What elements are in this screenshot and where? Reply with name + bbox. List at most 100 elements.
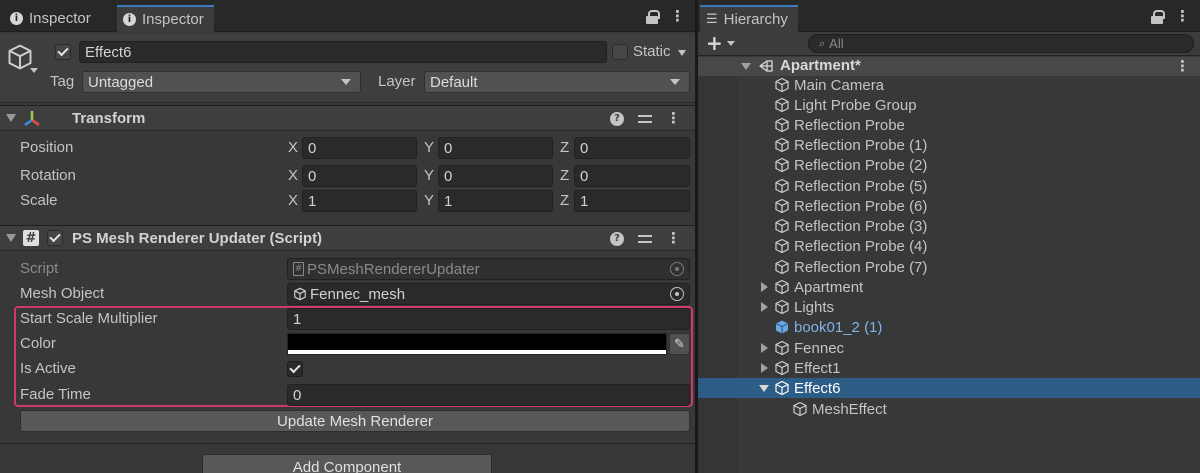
inspector-panel: i Inspector i Inspector ⋮ Effect6 Static… — [0, 0, 695, 473]
hierarchy-item-reflection-probe-6[interactable]: Reflection Probe (6) — [698, 196, 1200, 216]
update-mesh-renderer-button[interactable]: Update Mesh Renderer — [20, 410, 690, 432]
color-swatch[interactable] — [287, 333, 667, 355]
hierarchy-item-lights[interactable]: Lights — [698, 297, 1200, 317]
expand-arrow-icon[interactable] — [761, 343, 768, 353]
list-icon: ☰ — [706, 12, 718, 27]
mesh-object-field[interactable]: Fennec_mesh — [287, 283, 690, 305]
help-icon[interactable]: ? — [610, 231, 624, 246]
hierarchy-item-reflection-probe-3[interactable]: Reflection Probe (3) — [698, 216, 1200, 236]
tab-inspector-2[interactable]: i Inspector — [117, 5, 214, 32]
hierarchy-item-apartment[interactable]: Apartment — [698, 277, 1200, 297]
expand-arrow-icon[interactable] — [761, 363, 768, 373]
start-scale-field[interactable]: 1 — [287, 308, 690, 330]
hierarchy-item-reflection-probe-7[interactable]: Reflection Probe (7) — [698, 257, 1200, 277]
expand-arrow-icon[interactable] — [741, 63, 751, 70]
scale-y-field[interactable]: 1 — [438, 190, 553, 212]
object-name-field[interactable]: Effect6 — [79, 41, 607, 63]
object-active-checkbox[interactable] — [55, 44, 71, 60]
add-component-button[interactable]: Add Component — [202, 454, 492, 473]
tag-dropdown[interactable]: Untagged — [82, 71, 361, 93]
position-z-field[interactable]: 0 — [574, 137, 690, 159]
kebab-menu-icon[interactable]: ⋮ — [666, 111, 681, 126]
lock-icon[interactable] — [1151, 9, 1165, 24]
lock-icon[interactable] — [646, 9, 660, 24]
transform-header[interactable]: Transform ? ⋮ — [0, 105, 695, 131]
hierarchy-item-reflection-probe-4[interactable]: Reflection Probe (4) — [698, 236, 1200, 256]
gameobject-cube-icon — [774, 380, 790, 396]
hierarchy-item-effect6[interactable]: Effect6 — [698, 378, 1200, 398]
layer-value: Default — [430, 73, 478, 91]
z-axis-label[interactable]: Z — [560, 139, 569, 156]
static-checkbox[interactable] — [612, 44, 628, 60]
help-icon[interactable]: ? — [610, 111, 624, 126]
hierarchy-item-reflection-probe[interactable]: Reflection Probe — [698, 115, 1200, 135]
icon-dropdown-caret[interactable] — [30, 68, 38, 73]
chevron-down-icon[interactable] — [727, 41, 735, 46]
hierarchy-item-book01-2[interactable]: book01_2 (1) — [698, 317, 1200, 337]
x-axis-label[interactable]: X — [288, 192, 298, 209]
object-picker-icon[interactable] — [670, 287, 684, 301]
checkmark-icon — [49, 230, 61, 243]
x-axis-label[interactable]: X — [288, 167, 298, 184]
scene-row[interactable]: Apartment* ⋮ — [698, 57, 1200, 76]
position-x-field[interactable]: 0 — [302, 137, 417, 159]
item-label: Reflection Probe (7) — [794, 258, 928, 276]
hierarchy-item-fennec[interactable]: Fennec — [698, 338, 1200, 358]
scale-z-field[interactable]: 1 — [574, 190, 690, 212]
hierarchy-item-reflection-probe-2[interactable]: Reflection Probe (2) — [698, 155, 1200, 175]
hierarchy-item-reflection-probe-1[interactable]: Reflection Probe (1) — [698, 135, 1200, 155]
hierarchy-item-effect1[interactable]: Effect1 — [698, 358, 1200, 378]
presets-icon[interactable] — [638, 233, 652, 245]
script-component-title: PS Mesh Renderer Updater (Script) — [72, 230, 323, 247]
static-dropdown-caret[interactable] — [678, 50, 686, 56]
foldout-arrow-icon[interactable] — [6, 114, 16, 122]
y-axis-label[interactable]: Y — [424, 167, 434, 184]
foldout-arrow-icon[interactable] — [6, 234, 16, 242]
expand-arrow-icon[interactable] — [761, 282, 768, 292]
item-label: Reflection Probe (5) — [794, 177, 928, 195]
prefab-cube-icon — [774, 319, 790, 335]
gameobject-cube-icon[interactable] — [6, 43, 34, 71]
gameobject-cube-icon — [774, 218, 790, 234]
presets-icon[interactable] — [638, 113, 652, 125]
z-axis-label[interactable]: Z — [560, 192, 569, 209]
y-axis-label[interactable]: Y — [424, 139, 434, 156]
layer-dropdown[interactable]: Default — [424, 71, 690, 93]
hierarchy-item-light-probe-group[interactable]: Light Probe Group — [698, 95, 1200, 115]
item-label: Reflection Probe (3) — [794, 217, 928, 235]
hierarchy-item-main-camera[interactable]: Main Camera — [698, 75, 1200, 95]
scale-x-field[interactable]: 1 — [302, 190, 417, 212]
expand-arrow-icon[interactable] — [759, 385, 769, 392]
is-active-checkbox[interactable] — [287, 361, 303, 377]
expand-arrow-icon[interactable] — [761, 302, 768, 312]
rotation-y-field[interactable]: 0 — [438, 165, 553, 187]
kebab-menu-icon[interactable]: ⋮ — [1175, 59, 1190, 74]
hierarchy-item-reflection-probe-5[interactable]: Reflection Probe (5) — [698, 176, 1200, 196]
search-icon: ⌕ — [819, 36, 826, 50]
rotation-label: Rotation — [20, 167, 76, 184]
item-label: Main Camera — [794, 76, 885, 94]
script-component-header[interactable]: # PS Mesh Renderer Updater (Script) ? ⋮ — [0, 225, 695, 251]
z-axis-label[interactable]: Z — [560, 167, 569, 184]
position-y-field[interactable]: 0 — [438, 137, 553, 159]
kebab-menu-icon[interactable]: ⋮ — [1175, 9, 1190, 24]
kebab-menu-icon[interactable]: ⋮ — [666, 231, 681, 246]
rotation-x-field[interactable]: 0 — [302, 165, 417, 187]
hierarchy-item-mesheffect[interactable]: MeshEffect — [698, 399, 1200, 419]
y-axis-label[interactable]: Y — [424, 192, 434, 209]
add-icon[interactable]: + — [706, 33, 723, 53]
gameobject-cube-icon — [774, 238, 790, 254]
hierarchy-search-input[interactable]: ⌕ All — [808, 34, 1194, 53]
item-label: Reflection Probe (6) — [794, 197, 928, 215]
eyedropper-icon[interactable]: ✎ — [669, 333, 690, 355]
tab-hierarchy[interactable]: ☰ Hierarchy — [700, 5, 798, 32]
fade-time-field[interactable]: 0 — [287, 384, 690, 406]
item-label: Reflection Probe (2) — [794, 156, 928, 174]
transform-tools: ? ⋮ — [610, 111, 681, 126]
gameobject-cube-icon — [774, 198, 790, 214]
x-axis-label[interactable]: X — [288, 139, 298, 156]
kebab-menu-icon[interactable]: ⋮ — [670, 9, 685, 24]
rotation-z-field[interactable]: 0 — [574, 165, 690, 187]
component-enabled-checkbox[interactable] — [47, 230, 63, 246]
tab-inspector-1[interactable]: i Inspector — [4, 5, 101, 32]
